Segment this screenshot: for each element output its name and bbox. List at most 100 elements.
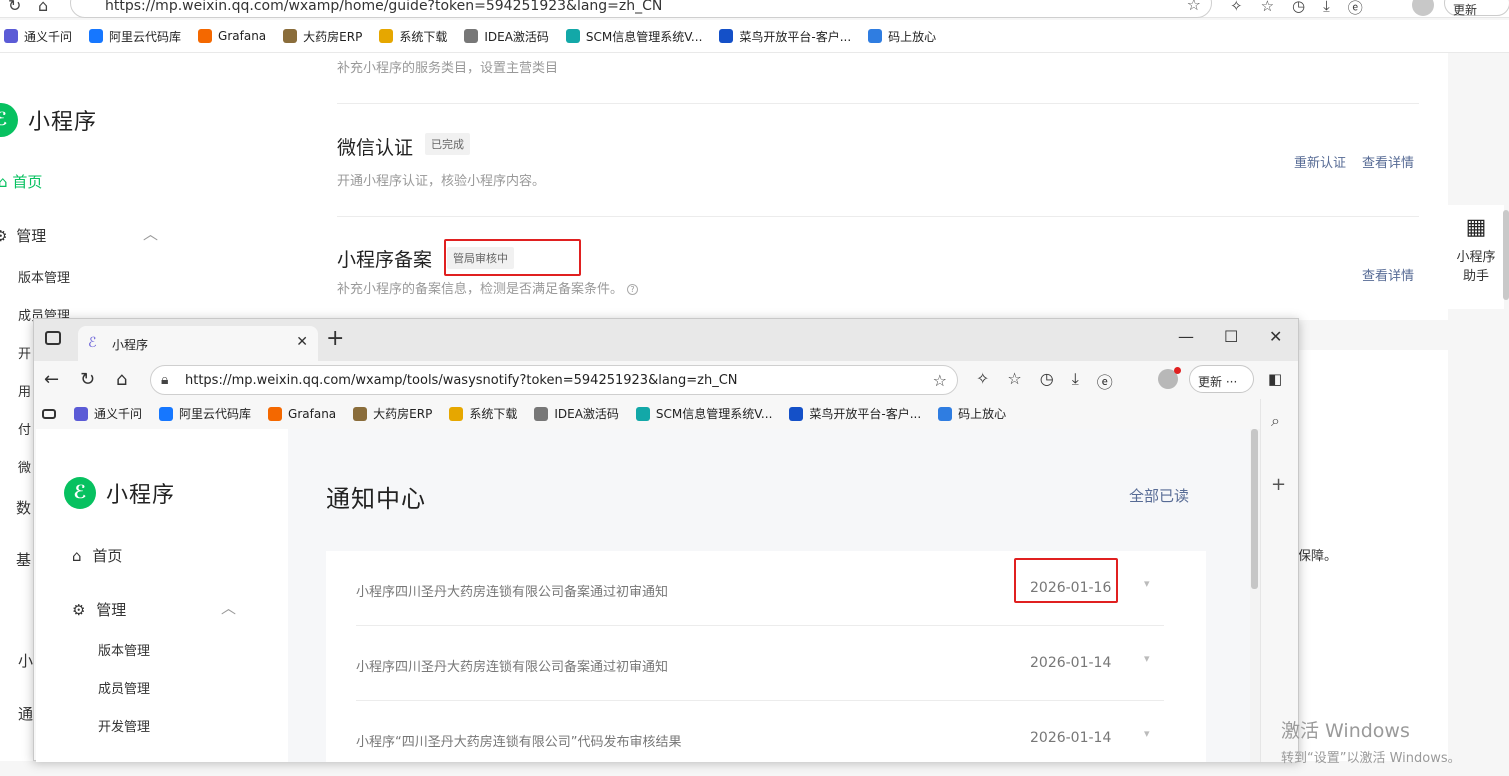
reload-icon[interactable]: ↻ <box>8 0 21 15</box>
edge-icon[interactable]: ⓔ <box>1348 0 1363 18</box>
address-bar[interactable]: 🔒︎ https://mp.weixin.qq.com/wxamp/tools/… <box>150 365 958 395</box>
favorite-star-icon[interactable]: ☆ <box>1187 0 1201 14</box>
bookmark-item[interactable]: 通义千问 <box>4 28 72 45</box>
sidebar-toggle-icon[interactable]: ◧ <box>1268 370 1282 388</box>
sidebar-item-cut-1[interactable]: 开 <box>18 343 31 362</box>
history-icon[interactable]: ◷ <box>1292 0 1305 18</box>
sidebar-item-cut-7[interactable]: 小 <box>18 650 33 671</box>
bookmark-item[interactable]: 菜鸟开放平台-客户... <box>789 405 921 422</box>
bookmark-favicon-icon <box>449 406 464 421</box>
sidebar-item-member[interactable]: 成员管理 <box>98 678 150 697</box>
bookmark-favicon-icon <box>789 406 804 421</box>
bookmark-item[interactable]: 大药房ERP <box>353 405 432 422</box>
home-icon[interactable]: ⌂ <box>38 0 48 15</box>
extensions-icon[interactable]: ✧ <box>1230 0 1243 18</box>
home-icon[interactable]: ⌂ <box>116 369 127 390</box>
chevron-up-icon[interactable]: ︿ <box>221 597 236 618</box>
reading-mode-icon[interactable] <box>42 408 56 419</box>
add-icon[interactable]: + <box>1271 474 1286 495</box>
update-button[interactable]: 更新 ··· <box>1189 365 1254 393</box>
assistant-label: 小程序 <box>1456 250 1496 265</box>
scrollbar-thumb[interactable] <box>1251 429 1258 589</box>
back-icon[interactable]: ← <box>44 369 59 390</box>
bookmark-item[interactable]: IDEA激活码 <box>464 28 549 45</box>
search-icon[interactable]: ⌕ <box>1271 411 1280 431</box>
sidebar-item-cut-3[interactable]: 付 <box>18 419 31 438</box>
maximize-icon[interactable]: ☐ <box>1224 327 1238 346</box>
sidebar-item-cut-6[interactable]: 基 <box>16 549 31 570</box>
bookmark-item[interactable]: Grafana <box>198 29 266 43</box>
bookmark-item[interactable]: 系统下载 <box>449 405 517 422</box>
notification-title: 小程序“四川圣丹大药房连锁有限公司”代码发布审核结果 <box>356 735 682 750</box>
tab-miniprogram[interactable]: ℰ 小程序 ✕ <box>78 326 318 361</box>
sidebar-item-home[interactable]: ⌂ 首页 <box>0 171 42 192</box>
profile-avatar[interactable] <box>1158 367 1181 389</box>
sidebar-item-cut-2[interactable]: 用 <box>18 381 31 400</box>
new-tab-icon[interactable]: + <box>326 326 344 351</box>
close-window-icon[interactable]: ✕ <box>1269 327 1282 346</box>
close-tab-icon[interactable]: ✕ <box>296 334 308 350</box>
profile-avatar[interactable] <box>1412 0 1434 16</box>
filing-detail-link[interactable]: 查看详情 <box>1362 265 1414 284</box>
sidebar-item-cut-4[interactable]: 微 <box>18 457 31 476</box>
lock-icon[interactable]: 🔒︎ <box>161 372 168 388</box>
mark-all-read-button[interactable]: 全部已读 <box>1129 485 1189 506</box>
favorites-icon[interactable]: ☆ <box>1007 369 1021 393</box>
bookmark-item[interactable]: SCM信息管理系统V... <box>565 28 703 45</box>
sidebar-item-version[interactable]: 版本管理 <box>18 267 70 286</box>
edge-icon[interactable]: ⓔ <box>1097 369 1113 393</box>
bookmark-item[interactable]: SCM信息管理系统V... <box>635 405 772 422</box>
bookmark-item[interactable]: 码上放心 <box>868 28 936 45</box>
sidebar-item-cut-8[interactable]: 通 <box>18 703 33 724</box>
download-icon[interactable]: ⤓ <box>1072 369 1079 393</box>
chevron-down-icon[interactable]: ▾ <box>1144 577 1150 590</box>
update-button[interactable]: 更新 <box>1444 0 1509 17</box>
reverify-link[interactable]: 重新认证 <box>1294 152 1346 171</box>
bookmark-item[interactable]: 系统下载 <box>379 28 447 45</box>
address-bar[interactable]: https://mp.weixin.qq.com/wxamp/home/guid… <box>70 0 1212 18</box>
page-scrollbar[interactable] <box>1503 210 1509 300</box>
bookmark-favicon-icon <box>635 406 650 421</box>
extensions-icon[interactable]: ✧ <box>976 369 989 393</box>
bookmark-item[interactable]: 通义千问 <box>74 405 142 422</box>
favorite-star-icon[interactable]: ☆ <box>933 371 947 390</box>
bookmark-item[interactable]: Grafana <box>268 406 336 421</box>
sidebar-item-manage[interactable]: ⚙ 管理 <box>72 599 126 620</box>
history-icon[interactable]: ◷ <box>1040 369 1054 393</box>
miniprogram-assistant-button[interactable]: ▦ 小程序 助手 <box>1448 205 1504 309</box>
logo: ℰ 小程序 <box>64 477 175 509</box>
tab-bar: ℰ 小程序 ✕ + — ☐ ✕ <box>34 319 1298 361</box>
bookmark-favicon-icon <box>89 29 104 43</box>
bookmark-label: SCM信息管理系统V... <box>585 29 703 44</box>
bookmark-item[interactable]: 码上放心 <box>938 405 1006 422</box>
tab-actions-icon[interactable] <box>45 331 61 345</box>
notification-title: 小程序四川圣丹大药房连锁有限公司备案通过初审通知 <box>356 660 669 675</box>
notification-item[interactable]: 小程序“四川圣丹大药房连锁有限公司”代码发布审核结果 2026-01-14 ▾ <box>356 701 1164 776</box>
download-icon[interactable]: ⤓ <box>1323 0 1330 18</box>
bookmark-item[interactable]: 大药房ERP <box>283 28 362 45</box>
logo-text: 小程序 <box>106 483 176 508</box>
favorites-icon[interactable]: ☆ <box>1261 0 1274 18</box>
bookmark-item[interactable]: 阿里云代码库 <box>159 405 251 422</box>
verify-detail-link[interactable]: 查看详情 <box>1362 152 1414 171</box>
help-icon[interactable]: ? <box>627 284 639 295</box>
notification-item[interactable]: 小程序四川圣丹大药房连锁有限公司备案通过初审通知 2026-01-16 ▾ <box>356 551 1164 626</box>
chevron-down-icon[interactable]: ▾ <box>1144 727 1150 740</box>
sidebar-item-manage[interactable]: ⚙ 管理 <box>0 225 46 246</box>
reload-icon[interactable]: ↻ <box>80 369 95 390</box>
sidebar-item-home[interactable]: ⌂ 首页 <box>72 545 122 566</box>
bookmark-item[interactable]: 阿里云代码库 <box>89 28 181 45</box>
bookmark-favicon-icon <box>719 29 734 43</box>
sidebar-item-version[interactable]: 版本管理 <box>98 640 150 659</box>
wechat-verify-title: 微信认证 <box>337 137 414 159</box>
chevron-up-icon[interactable]: ︿ <box>143 223 158 244</box>
bookmark-item[interactable]: 菜鸟开放平台-客户... <box>719 28 851 45</box>
bookmark-favicon-icon <box>868 29 883 43</box>
sidebar-item-dev[interactable]: 开发管理 <box>98 716 150 735</box>
chevron-down-icon[interactable]: ▾ <box>1144 652 1150 665</box>
minimize-icon[interactable]: — <box>1178 327 1194 346</box>
notification-item[interactable]: 小程序四川圣丹大药房连锁有限公司备案通过初审通知 2026-01-14 ▾ <box>356 626 1164 701</box>
bookmark-item[interactable]: IDEA激活码 <box>534 405 619 422</box>
bookmark-favicon-icon <box>938 406 953 421</box>
sidebar-item-cut-5[interactable]: 数 <box>16 497 31 518</box>
